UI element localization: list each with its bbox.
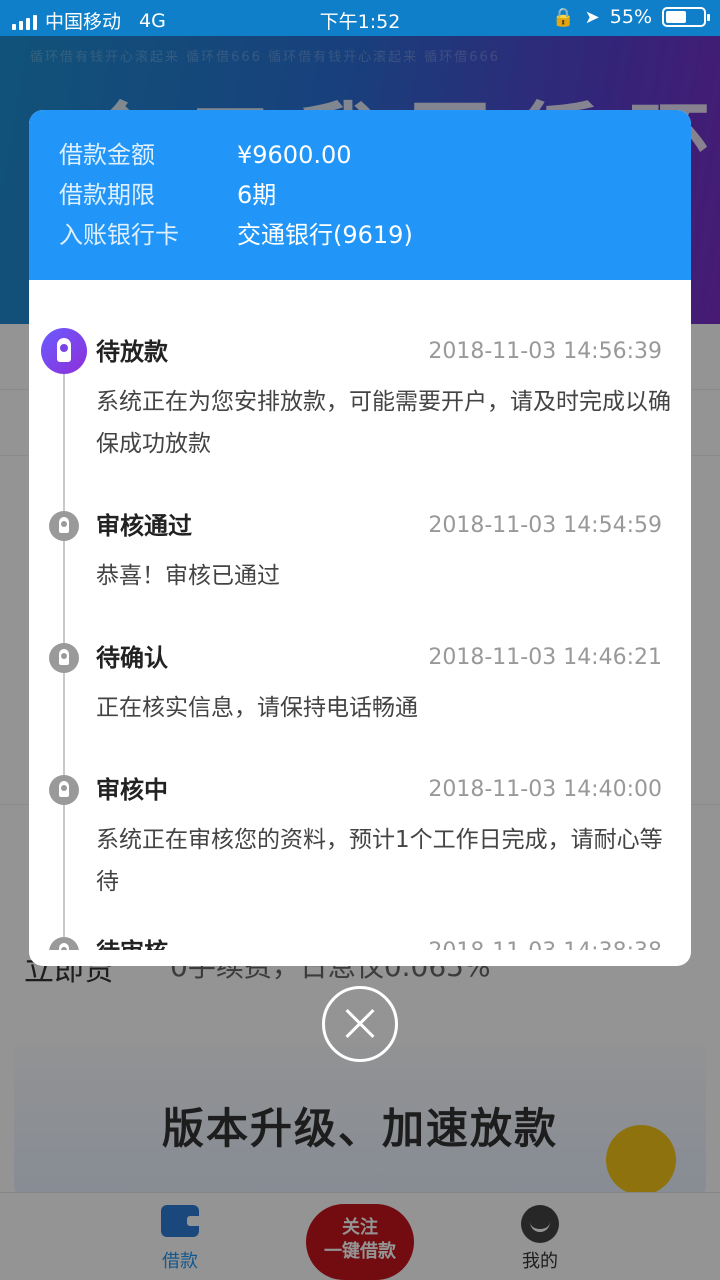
step-time: 2018-11-03 14:46:21 bbox=[428, 645, 662, 670]
step-time: 2018-11-03 14:40:00 bbox=[428, 777, 662, 802]
loan-term-label: 借款期限 bbox=[59, 181, 155, 209]
loan-summary-header: 借款金额 ¥9600.00 借款期限 6期 入账银行卡 交通银行(9619) bbox=[29, 110, 691, 280]
bank-card-label: 入账银行卡 bbox=[59, 221, 179, 249]
loan-progress-modal: 借款金额 ¥9600.00 借款期限 6期 入账银行卡 交通银行(9619) 待… bbox=[29, 110, 691, 966]
step-title: 待确认 bbox=[96, 644, 168, 672]
step-time: 2018-11-03 14:54:59 bbox=[428, 513, 662, 538]
rocket-icon bbox=[49, 937, 79, 950]
step-description: 恭喜！审核已通过 bbox=[96, 563, 280, 589]
step-time: 2018-11-03 14:56:39 bbox=[428, 339, 662, 364]
rocket-icon bbox=[49, 511, 79, 541]
rocket-icon bbox=[49, 775, 79, 805]
step-title: 审核通过 bbox=[96, 512, 192, 540]
step-title: 待放款 bbox=[96, 338, 168, 366]
rotation-lock-icon: 🔒 bbox=[552, 6, 575, 28]
step-description: 正在核实信息，请保持电话畅通 bbox=[96, 695, 418, 721]
close-icon[interactable] bbox=[322, 986, 398, 1062]
battery-icon bbox=[662, 7, 710, 27]
step-title: 审核中 bbox=[96, 776, 168, 804]
status-bar: 中国移动 4G 下午1:52 🔒 ➤ 55% bbox=[0, 0, 720, 36]
rocket-icon bbox=[49, 643, 79, 673]
loan-amount-label: 借款金额 bbox=[59, 141, 155, 169]
loan-amount-value: ¥9600.00 bbox=[237, 141, 352, 169]
loan-term-value: 6期 bbox=[237, 181, 277, 209]
location-arrow-icon: ➤ bbox=[584, 6, 600, 28]
step-title: 待审核 bbox=[96, 935, 168, 950]
progress-timeline[interactable]: 待放款 2018-11-03 14:56:39 系统正在为您安排放款，可能需要开… bbox=[29, 280, 691, 950]
step-description: 系统正在审核您的资料，预计1个工作日完成，请耐心等待 bbox=[96, 827, 663, 895]
rocket-icon bbox=[41, 328, 87, 374]
bank-card-value: 交通银行(9619) bbox=[237, 221, 413, 249]
step-time: 2018-11-03 14:38:38 bbox=[428, 935, 662, 950]
battery-percent: 55% bbox=[609, 6, 652, 28]
step-description: 系统正在为您安排放款，可能需要开户，请及时完成以确保成功放款 bbox=[96, 389, 671, 457]
